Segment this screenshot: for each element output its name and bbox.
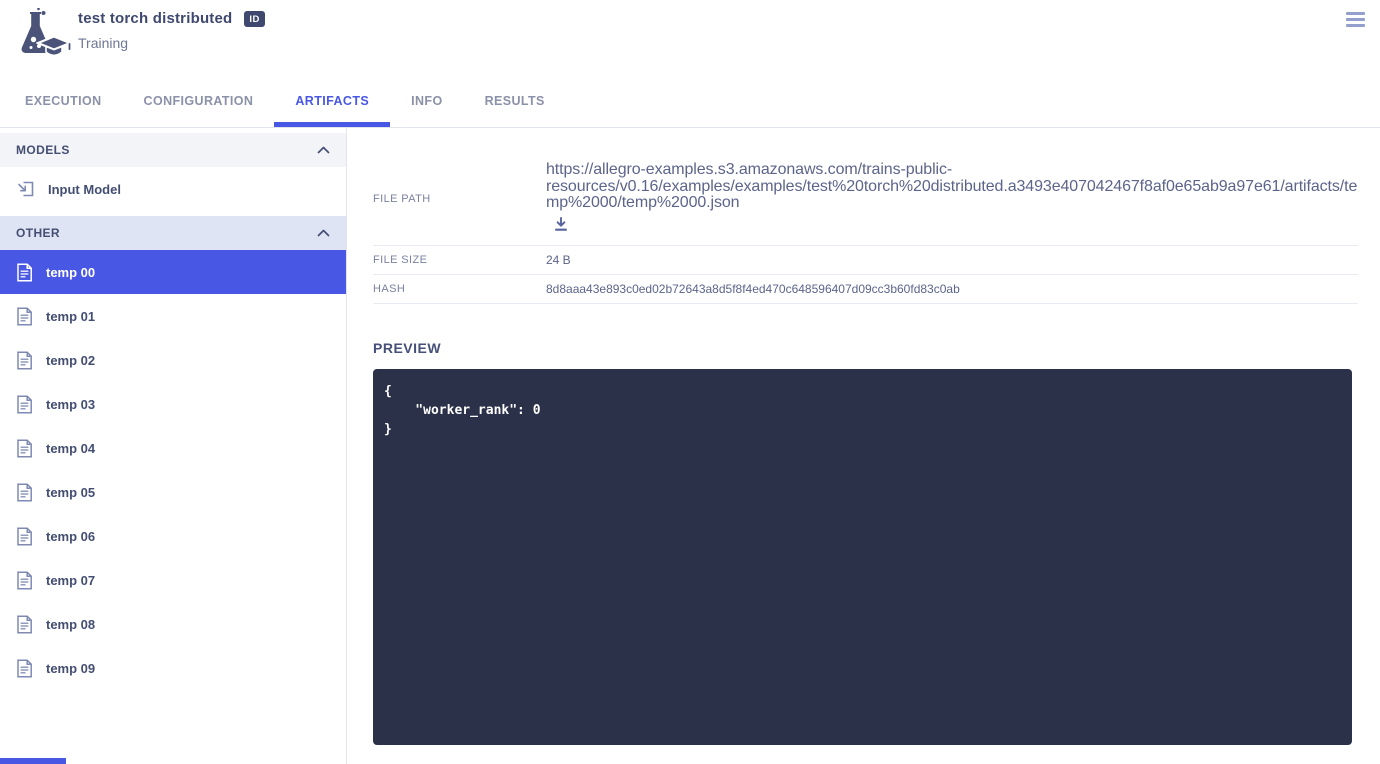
document-icon bbox=[16, 527, 33, 546]
document-icon bbox=[16, 571, 33, 590]
code-line: { bbox=[384, 382, 1341, 401]
sidebar-item-label: temp 09 bbox=[46, 661, 95, 676]
sidebar-item-label: temp 02 bbox=[46, 353, 95, 368]
sidebar-item-label: temp 04 bbox=[46, 441, 95, 456]
sidebar-item-temp-01[interactable]: temp 01 bbox=[0, 294, 346, 338]
preview-code-panel[interactable]: { "worker_rank": 0 } bbox=[373, 369, 1352, 745]
sidebar-item-temp-04[interactable]: temp 04 bbox=[0, 426, 346, 470]
hash-value: 8d8aaa43e893c0ed02b72643a8d5f8f4ed470c64… bbox=[546, 282, 960, 296]
graduation-cap-icon bbox=[36, 33, 72, 60]
tab-results[interactable]: RESULTS bbox=[464, 75, 566, 127]
file-path-value-block: https://allegro-examples.s3.amazonaws.co… bbox=[546, 162, 1358, 237]
sidebar-item-temp-03[interactable]: temp 03 bbox=[0, 382, 346, 426]
id-badge[interactable]: ID bbox=[244, 11, 265, 27]
sidebar-item-temp-09[interactable]: temp 09 bbox=[0, 646, 346, 690]
experiment-type-label: Training bbox=[78, 35, 265, 51]
hamburger-menu-icon[interactable] bbox=[1346, 12, 1366, 30]
sidebar-item-label: temp 05 bbox=[46, 485, 95, 500]
artifact-detail-pane: FILE PATH https://allegro-examples.s3.am… bbox=[347, 128, 1380, 764]
sidebar-item-temp-02[interactable]: temp 02 bbox=[0, 338, 346, 382]
tab-bar: EXECUTION CONFIGURATION ARTIFACTS INFO R… bbox=[0, 75, 1380, 128]
section-header-models[interactable]: MODELS bbox=[0, 133, 346, 167]
tab-configuration[interactable]: CONFIGURATION bbox=[123, 75, 275, 127]
sidebar-item-label: temp 06 bbox=[46, 529, 95, 544]
document-icon bbox=[16, 263, 33, 282]
document-icon bbox=[16, 659, 33, 678]
document-icon bbox=[16, 351, 33, 370]
input-model-icon bbox=[16, 180, 35, 198]
download-icon[interactable] bbox=[554, 217, 568, 232]
sidebar-item-temp-07[interactable]: temp 07 bbox=[0, 558, 346, 602]
section-title-models: MODELS bbox=[16, 143, 70, 157]
horizontal-scrollbar-thumb[interactable] bbox=[0, 758, 66, 764]
document-icon bbox=[16, 483, 33, 502]
sidebar-item-temp-00[interactable]: temp 00 bbox=[0, 250, 346, 294]
preview-heading: PREVIEW bbox=[373, 340, 1358, 356]
chevron-up-icon[interactable] bbox=[317, 229, 330, 237]
sidebar-item-temp-05[interactable]: temp 05 bbox=[0, 470, 346, 514]
code-line: } bbox=[384, 420, 1341, 439]
document-icon bbox=[16, 395, 33, 414]
document-icon bbox=[16, 615, 33, 634]
hash-row: HASH 8d8aaa43e893c0ed02b72643a8d5f8f4ed4… bbox=[373, 275, 1358, 304]
section-title-other: OTHER bbox=[16, 226, 60, 240]
file-path-row: FILE PATH https://allegro-examples.s3.am… bbox=[373, 158, 1358, 246]
sidebar-item-label: temp 07 bbox=[46, 573, 95, 588]
sidebar-item-label: Input Model bbox=[48, 182, 121, 197]
artifacts-sidebar: MODELS Input Model OTHER temp 00 bbox=[0, 128, 347, 764]
file-path-link[interactable]: https://allegro-examples.s3.amazonaws.co… bbox=[546, 162, 1358, 212]
sidebar-item-label: temp 03 bbox=[46, 397, 95, 412]
document-icon bbox=[16, 439, 33, 458]
file-size-value: 24 B bbox=[546, 253, 571, 267]
clearml-experiment-logo bbox=[10, 6, 72, 64]
sidebar-item-input-model[interactable]: Input Model bbox=[0, 167, 346, 211]
hash-label: HASH bbox=[373, 283, 546, 295]
file-size-row: FILE SIZE 24 B bbox=[373, 246, 1358, 275]
file-size-label: FILE SIZE bbox=[373, 254, 546, 266]
document-icon bbox=[16, 307, 33, 326]
tab-artifacts[interactable]: ARTIFACTS bbox=[274, 75, 390, 127]
tab-execution[interactable]: EXECUTION bbox=[4, 75, 123, 127]
tab-info[interactable]: INFO bbox=[390, 75, 463, 127]
sidebar-item-label: temp 08 bbox=[46, 617, 95, 632]
code-line: "worker_rank": 0 bbox=[384, 401, 1341, 420]
experiment-title: test torch distributed bbox=[78, 10, 232, 27]
sidebar-item-label: temp 00 bbox=[46, 265, 95, 280]
app-header: test torch distributed ID Training bbox=[0, 0, 1380, 75]
sidebar-item-temp-06[interactable]: temp 06 bbox=[0, 514, 346, 558]
sidebar-item-temp-08[interactable]: temp 08 bbox=[0, 602, 346, 646]
section-header-other[interactable]: OTHER bbox=[0, 216, 346, 250]
experiment-title-block: test torch distributed ID Training bbox=[78, 6, 265, 51]
content-area: MODELS Input Model OTHER temp 00 bbox=[0, 128, 1380, 764]
file-path-label: FILE PATH bbox=[373, 193, 546, 205]
sidebar-item-label: temp 01 bbox=[46, 309, 95, 324]
chevron-up-icon[interactable] bbox=[317, 146, 330, 154]
